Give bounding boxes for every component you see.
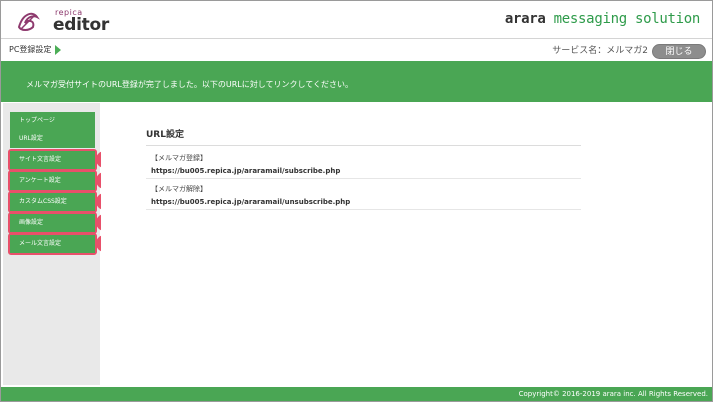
copyright-text: Copyright© 2016-2019 arara inc. All Righ… xyxy=(518,390,708,398)
sidebar-item-image-settings[interactable]: 画像設定 xyxy=(10,214,95,232)
footer: Copyright© 2016-2019 arara inc. All Righ… xyxy=(1,387,712,401)
divider xyxy=(146,178,581,179)
section-title: URL設定 xyxy=(146,130,184,140)
subscribe-url-label: 【メルマガ登録】 xyxy=(151,154,207,162)
logo-title: editor xyxy=(53,15,109,35)
main-content: URL設定 【メルマガ登録】 https://bu005.repica.jp/a… xyxy=(101,103,712,385)
sidebar-item-mail-text-settings[interactable]: メール文言設定 xyxy=(10,235,95,253)
brand-prefix: arara xyxy=(504,11,546,27)
sidebar-item-url-settings[interactable]: URL設定 xyxy=(10,130,95,148)
close-button[interactable]: 閉じる xyxy=(652,44,706,59)
sidebar-item-top-page[interactable]: トップページ xyxy=(10,112,95,130)
banner-message: メルマガ受付サイトのURL登録が完了しました。以下のURLに対してリンクしてくだ… xyxy=(26,80,354,89)
repica-editor-logo: repica editor xyxy=(15,5,109,35)
unsubscribe-url-value: https://bu005.repica.jp/araramail/unsubs… xyxy=(151,198,351,206)
sidebar: トップページ URL設定 サイト文言設定 1 アンケート設定 2 カスタムCSS… xyxy=(3,103,113,385)
divider xyxy=(146,145,581,146)
arrow-right-icon xyxy=(55,45,61,55)
sidebar-item-site-text-settings[interactable]: サイト文言設定 xyxy=(10,151,95,169)
app-window: repica editor arara messaging solution P… xyxy=(0,0,713,402)
logo-mark-icon xyxy=(17,12,40,31)
brand-suffix: messaging solution xyxy=(553,11,701,27)
page-title: PC登録設定 xyxy=(9,45,52,54)
sidebar-item-custom-css-settings[interactable]: カスタムCSS設定 xyxy=(10,193,95,211)
subscribe-url-block: 【メルマガ登録】 https://bu005.repica.jp/ararama… xyxy=(151,153,581,175)
subscribe-url-value: https://bu005.repica.jp/araramail/subscr… xyxy=(151,167,341,175)
unsubscribe-url-block: 【メルマガ解除】 https://bu005.repica.jp/ararama… xyxy=(151,184,581,206)
success-banner: メルマガ受付サイトのURL登録が完了しました。以下のURLに対してリンクしてくだ… xyxy=(1,61,712,102)
subbar: PC登録設定 サービス名：メルマガ2 閉じる xyxy=(1,40,712,60)
sidebar-item-survey-settings[interactable]: アンケート設定 xyxy=(10,172,95,190)
service-name-label: サービス名：メルマガ2 xyxy=(552,46,648,56)
brand-logo: arara messaging solution xyxy=(505,11,700,27)
unsubscribe-url-label: 【メルマガ解除】 xyxy=(151,185,207,193)
divider xyxy=(146,209,581,210)
header: repica editor arara messaging solution xyxy=(1,1,712,39)
